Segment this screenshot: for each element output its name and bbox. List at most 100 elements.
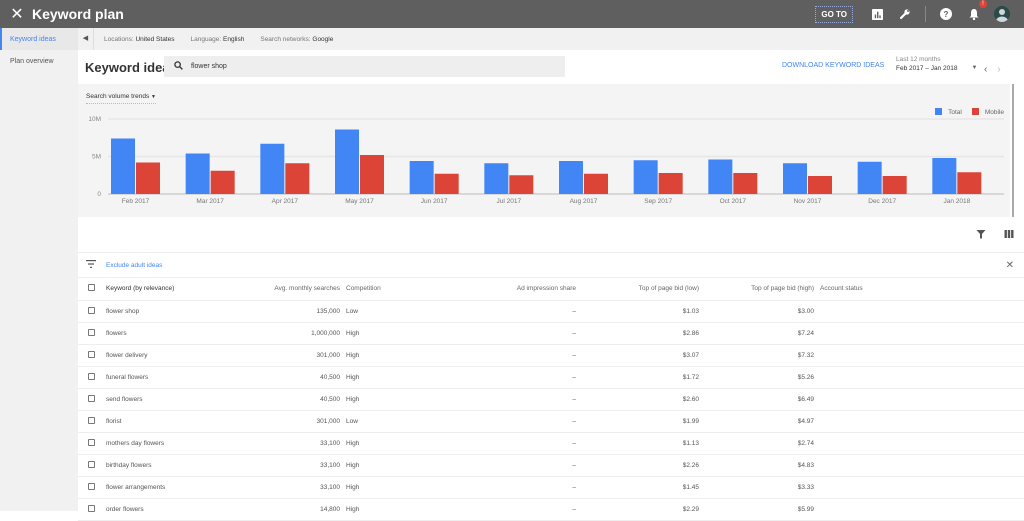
previous-period-icon[interactable]: ‹ — [984, 64, 987, 75]
account-status-cell — [820, 322, 1024, 345]
bar-total[interactable] — [783, 163, 807, 194]
remove-filter-icon[interactable]: ✕ — [1006, 260, 1014, 271]
bar-total[interactable] — [559, 161, 583, 194]
column-competition[interactable]: Competition — [346, 278, 496, 301]
keyword-cell: funeral flowers — [106, 366, 266, 389]
row-checkbox[interactable] — [88, 416, 95, 424]
bar-mobile[interactable] — [210, 170, 235, 194]
collapse-sidebar-icon[interactable]: ◀ — [78, 28, 94, 50]
columns-icon[interactable] — [1004, 229, 1014, 242]
locations-filter[interactable]: Locations: United States — [104, 36, 174, 43]
table-row[interactable]: flowers 1,000,000 High – $2.86 $7.24 — [78, 322, 1024, 345]
bar-total[interactable] — [185, 153, 210, 195]
avg-monthly-searches-cell: 1,000,000 — [266, 322, 346, 345]
go-to-button[interactable]: GO TO — [815, 5, 853, 23]
sidebar-item-plan-overview[interactable]: Plan overview — [0, 50, 78, 72]
keyword-cell: flower arrangements — [106, 476, 266, 499]
select-all-checkbox[interactable] — [88, 284, 95, 292]
bar-mobile[interactable] — [434, 173, 459, 194]
table-row[interactable]: birthday flowers 33,100 High – $2.26 $4.83 — [78, 454, 1024, 477]
row-checkbox[interactable] — [88, 438, 95, 446]
bar-mobile[interactable] — [882, 176, 907, 194]
column-account-status[interactable]: Account status — [820, 278, 1024, 301]
row-checkbox[interactable] — [88, 372, 95, 380]
competition-cell: Low — [346, 410, 496, 433]
avg-monthly-searches-cell: 40,500 — [266, 366, 346, 389]
top-bid-high-cell: $3.00 — [699, 300, 820, 323]
bar-total[interactable] — [633, 160, 658, 194]
column-avg-monthly-searches[interactable]: Avg. monthly searches — [266, 278, 346, 301]
keyword-cell: flowers — [106, 322, 266, 345]
column-top-bid-low[interactable]: Top of page bid (low) — [576, 278, 699, 301]
app-title: Keyword plan — [32, 6, 124, 22]
page-title: Keyword ideas — [85, 59, 177, 75]
filter-icon[interactable] — [976, 229, 986, 242]
row-checkbox[interactable] — [88, 394, 95, 402]
row-checkbox[interactable] — [88, 350, 95, 358]
page-scrollbar[interactable] — [1012, 84, 1014, 217]
wrench-icon[interactable] — [893, 2, 917, 26]
row-checkbox[interactable] — [88, 306, 95, 314]
language-filter[interactable]: Language: English — [190, 36, 244, 43]
exclude-adult-ideas-filter[interactable]: Exclude adult ideas — [106, 262, 162, 269]
search-volume-chart-panel: Search volume trends ▼ Total Mobile 0 5M 1… — [78, 84, 1010, 217]
networks-filter[interactable]: Search networks: Google — [260, 36, 333, 43]
x-tick-label: Jan 2018 — [943, 198, 970, 205]
bar-total[interactable] — [857, 161, 882, 194]
table-header-row: Keyword (by relevance) Avg. monthly sear… — [78, 278, 1024, 301]
bar-mobile[interactable] — [658, 173, 683, 194]
top-bid-low-cell: $1.72 — [576, 366, 699, 389]
bar-mobile[interactable] — [957, 172, 982, 194]
y-tick-label: 10M — [88, 116, 101, 123]
help-icon[interactable]: ? — [934, 2, 958, 26]
table-row[interactable]: florist 301,000 Low – $1.99 $4.97 — [78, 410, 1024, 433]
locations-value: United States — [135, 35, 175, 43]
x-tick-label: Oct 2017 — [720, 198, 747, 205]
competition-cell: High — [346, 432, 496, 455]
bar-mobile[interactable] — [733, 173, 758, 194]
locations-label: Locations: — [104, 35, 134, 43]
sidebar-item-keyword-ideas[interactable]: Keyword ideas — [0, 28, 78, 50]
column-top-bid-high[interactable]: Top of page bid (high) — [699, 278, 820, 301]
next-period-icon[interactable]: › — [997, 64, 1000, 75]
bar-mobile[interactable] — [808, 176, 832, 194]
notifications-icon[interactable]: ! — [962, 0, 987, 26]
keyword-cell: mothers day flowers — [106, 432, 266, 455]
bar-total[interactable] — [335, 129, 359, 195]
keyword-search-input[interactable]: flower shop — [164, 56, 565, 77]
bar-mobile[interactable] — [509, 175, 534, 194]
close-icon[interactable]: ✕ — [6, 4, 28, 24]
bar-mobile[interactable] — [584, 173, 608, 194]
bar-total[interactable] — [708, 159, 733, 195]
bar-mobile[interactable] — [136, 162, 160, 195]
reports-icon[interactable] — [865, 2, 889, 26]
table-row[interactable]: funeral flowers 40,500 High – $1.72 $5.26 — [78, 366, 1024, 389]
account-button[interactable] — [990, 2, 1014, 26]
row-checkbox[interactable] — [88, 460, 95, 468]
table-row[interactable]: flower delivery 301,000 High – $3.07 $7.32 — [78, 344, 1024, 367]
row-checkbox[interactable] — [88, 328, 95, 336]
bar-mobile[interactable] — [360, 155, 384, 194]
column-keyword[interactable]: Keyword (by relevance) — [106, 278, 266, 301]
row-checkbox[interactable] — [88, 504, 95, 512]
y-tick-label: 5M — [92, 154, 101, 161]
bar-total[interactable] — [409, 161, 434, 194]
bar-total[interactable] — [111, 138, 135, 195]
download-keyword-ideas-button[interactable]: DOWNLOAD KEYWORD IDEAS — [782, 62, 884, 69]
row-checkbox[interactable] — [88, 482, 95, 490]
table-row[interactable]: order flowers 14,800 High – $2.29 $5.99 — [78, 498, 1024, 521]
table-row[interactable]: flower shop 135,000 Low – $1.03 $3.00 — [78, 300, 1024, 323]
table-row[interactable]: mothers day flowers 33,100 High – $1.13 $2.74 — [78, 432, 1024, 455]
account-status-cell — [820, 410, 1024, 433]
top-bid-low-cell: $2.60 — [576, 388, 699, 411]
bar-total[interactable] — [932, 158, 957, 194]
bar-total[interactable] — [260, 143, 285, 194]
column-ad-impression-share[interactable]: Ad impression share — [496, 278, 576, 301]
date-range-selector[interactable]: Last 12 months Feb 2017 – Jan 2018 ▼ — [896, 56, 977, 72]
ad-impression-share-cell: – — [496, 454, 576, 477]
bar-total[interactable] — [484, 163, 509, 194]
table-row[interactable]: send flowers 40,500 High – $2.60 $6.49 — [78, 388, 1024, 411]
competition-cell: High — [346, 388, 496, 411]
bar-mobile[interactable] — [285, 163, 310, 194]
table-row[interactable]: flower arrangements 33,100 High – $1.45 $3.33 — [78, 476, 1024, 499]
